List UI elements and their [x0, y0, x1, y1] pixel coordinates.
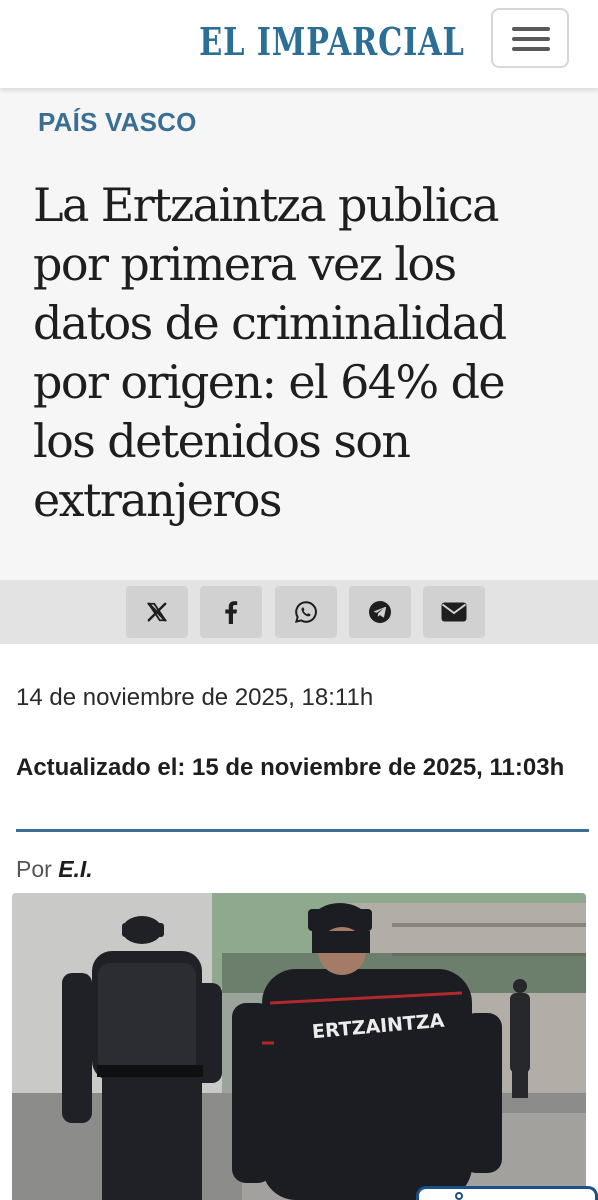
menu-button[interactable]: [491, 8, 569, 68]
site-header: EL IMPARCIAL: [0, 0, 598, 88]
article-photo: ERTZAINTZA: [12, 893, 586, 1200]
updated-date: Actualizado el: 15 de noviembre de 2025,…: [16, 754, 565, 781]
article-hero: PAÍS VASCO La Ertzaintza publica por pri…: [0, 88, 598, 580]
floating-button-icon: [455, 1192, 463, 1200]
divider: [16, 829, 589, 832]
floating-button[interactable]: [416, 1186, 598, 1200]
share-telegram-button[interactable]: [349, 586, 411, 638]
whatsapp-icon: [295, 601, 317, 623]
hamburger-menu-icon: [512, 27, 550, 31]
article-headline: La Ertzaintza publica por primera vez lo…: [33, 178, 507, 527]
site-logo[interactable]: EL IMPARCIAL: [166, 18, 464, 66]
facebook-icon: [225, 601, 238, 624]
envelope-icon: [441, 602, 467, 622]
share-whatsapp-button[interactable]: [275, 586, 337, 638]
byline-prefix: Por: [16, 856, 52, 882]
share-facebook-button[interactable]: [200, 586, 262, 638]
author-name[interactable]: E.I.: [58, 856, 93, 882]
hamburger-menu-icon-line: [512, 47, 550, 51]
hamburger-menu-icon-line: [512, 37, 550, 41]
byline: Por E.I.: [16, 856, 93, 883]
publish-date: 14 de noviembre de 2025, 18:11h: [16, 684, 374, 711]
share-x-button[interactable]: [126, 586, 188, 638]
telegram-icon: [369, 601, 391, 623]
share-bar: [0, 580, 598, 644]
section-link[interactable]: PAÍS VASCO: [38, 107, 197, 138]
share-email-button[interactable]: [423, 586, 485, 638]
x-logo-icon: [147, 602, 167, 622]
site-logo-text: EL IMPARCIAL: [199, 19, 465, 64]
